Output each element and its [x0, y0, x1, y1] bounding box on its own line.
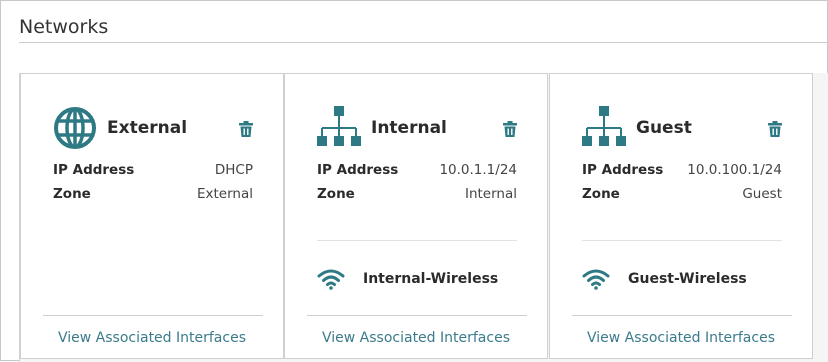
card-footer-divider: [43, 315, 263, 316]
view-associated-interfaces-link[interactable]: View Associated Interfaces: [21, 330, 283, 346]
trash-icon[interactable]: [766, 120, 784, 138]
network-card-external: External IP Address DHCP Zone External V…: [20, 73, 284, 359]
network-name: Internal: [371, 118, 447, 138]
view-associated-interfaces-link[interactable]: View Associated Interfaces: [550, 330, 812, 346]
wifi-icon: [582, 269, 610, 290]
page-title: Networks: [19, 16, 109, 38]
network-name: External: [107, 118, 188, 138]
wireless-divider: [582, 240, 782, 241]
network-hierarchy-icon: [582, 106, 626, 146]
ip-address-value: 10.0.100.1/24: [687, 162, 782, 178]
ip-address-value: DHCP: [214, 162, 253, 178]
ip-address-label: IP Address: [317, 162, 399, 178]
wireless-divider: [317, 240, 517, 241]
zone-value: External: [196, 186, 253, 202]
ip-address-value: 10.0.1.1/24: [439, 162, 517, 178]
title-divider: [19, 42, 827, 43]
trash-icon[interactable]: [501, 120, 519, 138]
ip-address-label: IP Address: [53, 162, 135, 178]
card-footer-divider: [572, 315, 792, 316]
zone-label: Zone: [317, 186, 355, 202]
wireless-network-item[interactable]: Guest-Wireless: [582, 268, 802, 294]
wifi-icon: [317, 269, 345, 290]
network-card-internal: Internal IP Address 10.0.1.1/24 Zone Int…: [284, 73, 548, 359]
network-hierarchy-icon: [317, 106, 361, 146]
view-associated-interfaces-link[interactable]: View Associated Interfaces: [285, 330, 547, 346]
trash-icon[interactable]: [237, 120, 255, 138]
network-card-guest: Guest IP Address 10.0.100.1/24 Zone Gues…: [549, 73, 813, 359]
zone-value: Internal: [464, 186, 517, 202]
zone-value: Guest: [742, 186, 782, 202]
wireless-network-name: Internal-Wireless: [363, 271, 499, 287]
network-card-list: External IP Address DHCP Zone External V…: [19, 73, 828, 362]
card-footer-divider: [307, 315, 527, 316]
zone-label: Zone: [582, 186, 620, 202]
ip-address-label: IP Address: [582, 162, 664, 178]
network-name: Guest: [636, 118, 692, 138]
zone-label: Zone: [53, 186, 91, 202]
wireless-network-item[interactable]: Internal-Wireless: [317, 268, 537, 294]
wireless-network-name: Guest-Wireless: [628, 271, 747, 287]
globe-icon: [54, 107, 96, 149]
